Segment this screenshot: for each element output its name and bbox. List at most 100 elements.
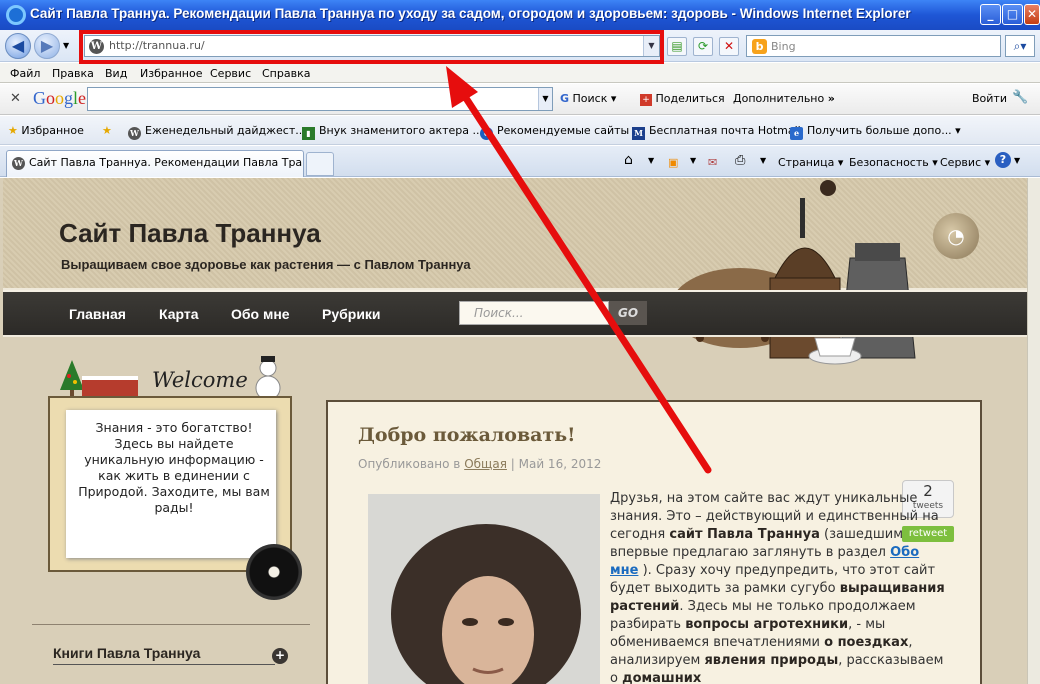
tab-bar: W Сайт Павла Траннуа. Рекомендации Павла… [0,146,1040,177]
menu-favorites[interactable]: Избранное [140,67,202,80]
page-menu[interactable]: Страница ▾ [778,156,843,169]
ie-logo-icon [6,5,26,25]
menu-file[interactable]: Файл [10,67,40,80]
post-date: Май 16, 2012 [518,457,602,471]
post-body: Друзья, на этом сайте вас ждут уникальны… [610,491,945,684]
menu-help[interactable]: Справка [262,67,310,80]
feed-dropdown-icon[interactable]: ▼ [690,156,696,165]
nav-categories[interactable]: Рубрики [322,306,381,322]
wrench-icon[interactable]: 🔧 [1012,90,1028,105]
site-navigation: Главная Карта Обо мне Рубрики Поиск... G… [3,290,1027,337]
site-search-placeholder: Поиск... [474,306,524,320]
welcome-heading: Welcome [152,368,248,392]
new-tab-button[interactable] [306,152,334,176]
home-dropdown-icon[interactable]: ▼ [648,156,654,165]
share-button[interactable]: + Поделиться [640,92,725,106]
favorite-item[interactable]: eРекомендуемые сайты ▾ [480,124,638,140]
close-toolbar-icon[interactable]: ✕ [10,91,21,106]
tab-title: Сайт Павла Траннуа. Рекомендации Павла Т… [29,156,303,169]
books-underline [53,664,275,665]
wordpress-icon: W [128,127,141,140]
snowman-icon [255,356,281,401]
history-dropdown-icon[interactable]: ▼ [63,41,69,50]
menu-tools[interactable]: Сервис [210,67,251,80]
forward-button[interactable]: ▶ [34,33,60,59]
menu-edit[interactable]: Правка [52,67,94,80]
site-title[interactable]: Сайт Павла Траннуа [59,218,321,249]
menu-view[interactable]: Вид [105,67,127,80]
books-widget-title: Книги Павла Траннуа [53,645,201,661]
author-photo [368,494,600,684]
compatibility-icon[interactable]: ▤ [667,37,687,56]
search-placeholder: Bing [771,40,796,53]
stop-icon[interactable]: ✕ [719,37,739,56]
google-search-input[interactable]: ▼ [87,87,553,111]
site-search-input[interactable]: Поиск... [459,301,609,325]
close-window-button[interactable]: ✕ [1024,4,1040,25]
safety-menu[interactable]: Безопасность ▾ [849,156,938,169]
site-search-go-button[interactable]: GO [609,301,647,325]
post-title[interactable]: Добро пожаловать! [358,424,575,446]
back-button[interactable]: ◀ [5,33,31,59]
favorite-item[interactable]: W Еженедельный дайджест... [128,124,306,140]
favorite-item[interactable]: e Получить больше допо... ▾ [790,124,961,140]
minimize-button[interactable]: _ [980,4,1001,25]
help-icon[interactable]: ? [995,152,1011,168]
favorites-button[interactable]: ★ Избранное [8,124,84,137]
web-page-viewport: Сайт Павла Траннуа Выращиваем свое здоро… [0,178,1040,684]
google-toolbar: ✕ Google ▼ G Поиск ▾ + Поделиться Дополн… [0,84,1040,115]
maximize-button[interactable]: □ [1002,4,1023,25]
house-decoration [82,376,138,398]
google-dropdown-icon[interactable]: ▼ [538,88,552,110]
window-title-bar: Сайт Павла Траннуа. Рекомендации Павла Т… [0,0,1040,30]
favorites-bar: ★ Избранное ★ W Еженедельный дайджест... … [0,116,1040,145]
more-chevrons-icon: » [827,92,835,105]
vinyl-record-icon [246,544,302,600]
page-icon: e [790,127,803,140]
bing-icon: b [752,39,767,54]
msn-icon: M [632,127,645,140]
menu-bar: Файл Правка Вид Избранное Сервис Справка [0,63,1040,83]
wordpress-tab-icon: W [12,157,25,170]
google-search-button[interactable]: G Поиск ▾ [560,92,616,105]
site-tagline: Выращиваем свое здоровье как растения — … [61,257,471,272]
star-icon: ★ [8,124,18,137]
home-icon[interactable]: ⌂ [624,152,633,168]
expand-plus-icon[interactable]: + [272,648,288,664]
print-icon[interactable]: ⎙ [735,153,745,168]
tools-menu[interactable]: Сервис ▾ [940,156,990,169]
welcome-frame: Знания - это богатство! Здесь вы найдете… [48,396,292,572]
christmas-tree-icon [60,360,84,396]
search-input[interactable]: b Bing [746,35,1001,57]
nav-map[interactable]: Карта [159,306,199,322]
rss-feed-icon[interactable]: ▣ [668,156,678,169]
login-link[interactable]: Войти [972,92,1007,105]
post-meta: Опубликовано в Общая | Май 16, 2012 [358,457,602,471]
welcome-card: Знания - это богатство! Здесь вы найдете… [66,410,276,558]
window-title: Сайт Павла Траннуа. Рекомендации Павла Т… [30,6,911,21]
refresh-icon[interactable]: ⟳ [693,37,713,56]
google-logo: Google [33,88,87,108]
sidebar-divider [32,624,310,625]
chart-icon: ▮ [302,127,315,140]
welcome-text: Знания - это богатство! Здесь вы найдете… [78,420,270,515]
tab-active[interactable]: W Сайт Павла Траннуа. Рекомендации Павла… [6,150,304,177]
google-g-icon: G [560,92,570,105]
favorite-item[interactable]: M Бесплатная почта Hotmail [632,124,801,140]
vertical-scrollbar[interactable] [1027,178,1040,684]
address-highlight-box [79,30,664,64]
add-favorite-icon[interactable]: ★ [102,124,112,137]
print-dropdown-icon[interactable]: ▼ [760,156,766,165]
share-icon: + [640,94,652,106]
mail-icon[interactable]: ✉ [708,156,717,169]
help-dropdown-icon[interactable]: ▼ [1014,156,1020,165]
ie-icon: e [480,127,493,140]
search-go-icon[interactable]: ⌕▾ [1005,35,1035,57]
post-article: Добро пожаловать! Опубликовано в Общая |… [326,400,982,684]
nav-home[interactable]: Главная [69,306,126,322]
post-category-link[interactable]: Общая [464,457,507,471]
more-button[interactable]: Дополнительно » [733,92,835,105]
nav-about[interactable]: Обо мне [231,306,290,322]
coffee-grinder-illustration [670,180,916,365]
favorite-item[interactable]: ▮ Внук знаменитого актера ... [302,124,483,140]
